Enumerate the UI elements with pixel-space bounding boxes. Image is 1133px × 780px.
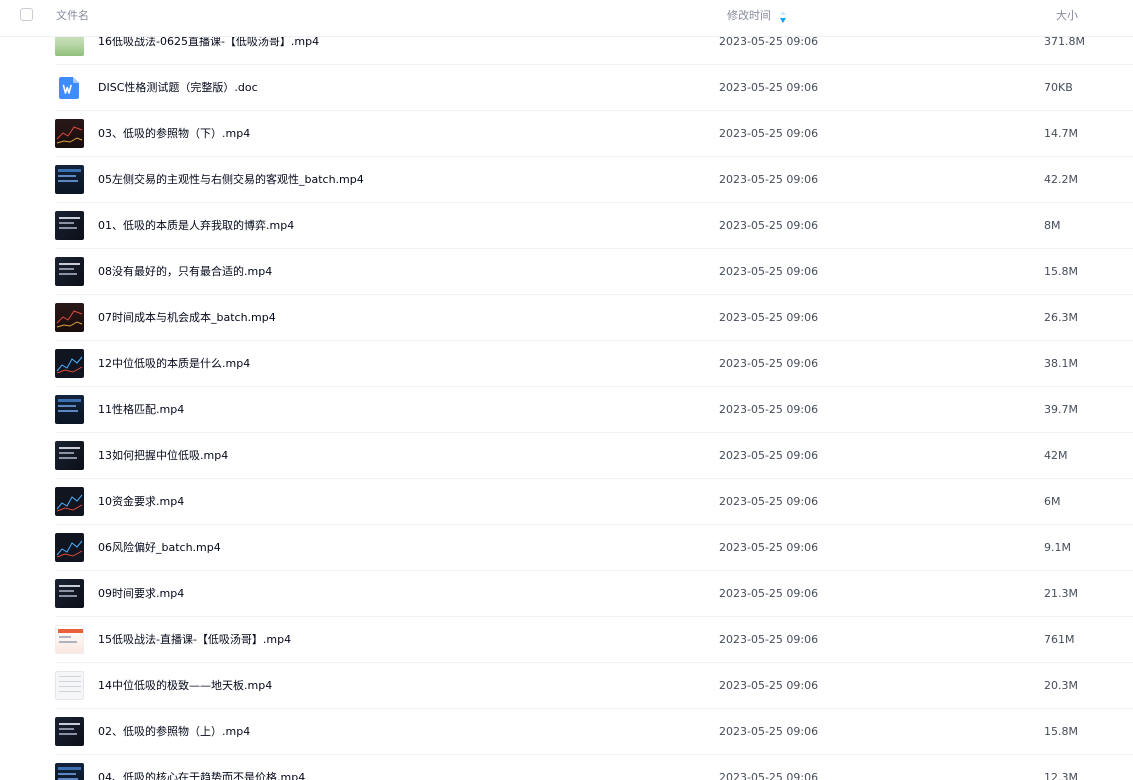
file-modified-time: 2023-05-25 09:06 — [719, 35, 819, 48]
file-name[interactable]: 14中位低吸的极致——地天板.mp4 — [98, 679, 272, 693]
file-row[interactable]: 07时间成本与机会成本_batch.mp4 2023-05-25 09:06 26.… — [0, 295, 1133, 341]
file-modified-time: 2023-05-25 09:06 — [719, 495, 819, 508]
video-thumbnail[interactable] — [55, 165, 84, 194]
file-row[interactable]: 15低吸战法-直播课-【低吸汤哥】.mp4 2023-05-25 09:06 761… — [0, 617, 1133, 663]
file-modified-time: 2023-05-25 09:06 — [719, 679, 819, 692]
file-size: 20.3M — [1044, 679, 1078, 692]
file-modified-time: 2023-05-25 09:06 — [719, 357, 819, 370]
file-row[interactable]: 09时间要求.mp4 2023-05-25 09:06 21.3M — [0, 571, 1133, 617]
file-modified-time: 2023-05-25 09:06 — [719, 173, 819, 186]
file-row[interactable]: 04、低吸的核心在于趋势而不是价格.mp4 2023-05-25 09:06 12.… — [0, 755, 1133, 780]
video-thumbnail[interactable] — [55, 395, 84, 424]
file-row[interactable]: 11性格匹配.mp4 2023-05-25 09:06 39.7M — [0, 387, 1133, 433]
file-size: 15.8M — [1044, 265, 1078, 278]
video-thumbnail[interactable] — [55, 579, 84, 608]
file-row[interactable]: 12中位低吸的本质是什么.mp4 2023-05-25 09:06 38.1M — [0, 341, 1133, 387]
file-size: 761M — [1044, 633, 1075, 646]
file-size: 9.1M — [1044, 541, 1071, 554]
file-name[interactable]: 04、低吸的核心在于趋势而不是价格.mp4 — [98, 771, 305, 780]
file-size: 70KB — [1044, 81, 1073, 94]
file-name[interactable]: 11性格匹配.mp4 — [98, 403, 184, 417]
file-row[interactable]: 01、低吸的本质是人弃我取的博弈.mp4 2023-05-25 09:06 8M — [0, 203, 1133, 249]
video-thumbnail[interactable] — [55, 211, 84, 240]
video-thumbnail[interactable] — [55, 763, 84, 780]
file-name[interactable]: DISC性格测试题（完整版）.doc — [98, 81, 258, 95]
file-rows: 16低吸战法-0625直播课-【低吸汤哥】.mp4 2023-05-25 09:0… — [0, 19, 1133, 780]
column-header-time[interactable]: 修改时间 — [727, 9, 771, 23]
file-size: 14.7M — [1044, 127, 1078, 140]
file-size: 38.1M — [1044, 357, 1078, 370]
file-modified-time: 2023-05-25 09:06 — [719, 725, 819, 738]
column-header-name[interactable]: 文件名 — [56, 9, 89, 23]
file-size: 42.2M — [1044, 173, 1078, 186]
file-name[interactable]: 01、低吸的本质是人弃我取的博弈.mp4 — [98, 219, 294, 233]
file-row[interactable]: 03、低吸的参照物（下）.mp4 2023-05-25 09:06 14.7M — [0, 111, 1133, 157]
file-name[interactable]: 13如何把握中位低吸.mp4 — [98, 449, 228, 463]
file-size: 21.3M — [1044, 587, 1078, 600]
video-thumbnail[interactable] — [55, 487, 84, 516]
video-thumbnail[interactable] — [55, 533, 84, 562]
column-header-size[interactable]: 大小 — [1056, 9, 1078, 23]
video-thumbnail[interactable] — [55, 717, 84, 746]
file-name[interactable]: 05左侧交易的主观性与右侧交易的客观性_batch.mp4 — [98, 173, 364, 187]
video-thumbnail[interactable] — [55, 349, 84, 378]
file-name[interactable]: 02、低吸的参照物（上）.mp4 — [98, 725, 250, 739]
file-name[interactable]: 12中位低吸的本质是什么.mp4 — [98, 357, 250, 371]
file-size: 15.8M — [1044, 725, 1078, 738]
file-row[interactable]: 05左侧交易的主观性与右侧交易的客观性_batch.mp4 2023-05-25 … — [0, 157, 1133, 203]
list-header: 文件名 修改时间 大小 — [0, 0, 1133, 36]
file-modified-time: 2023-05-25 09:06 — [719, 265, 819, 278]
file-modified-time: 2023-05-25 09:06 — [719, 449, 819, 462]
file-row[interactable]: 13如何把握中位低吸.mp4 2023-05-25 09:06 42M — [0, 433, 1133, 479]
file-size: 39.7M — [1044, 403, 1078, 416]
file-name[interactable]: 16低吸战法-0625直播课-【低吸汤哥】.mp4 — [98, 35, 319, 49]
video-thumbnail[interactable] — [55, 257, 84, 286]
file-row[interactable]: 06风险偏好_batch.mp4 2023-05-25 09:06 9.1M — [0, 525, 1133, 571]
file-row[interactable]: 14中位低吸的极致——地天板.mp4 2023-05-25 09:06 20.3M — [0, 663, 1133, 709]
video-thumbnail[interactable] — [55, 625, 84, 654]
doc-file-icon[interactable] — [59, 77, 79, 99]
file-modified-time: 2023-05-25 09:06 — [719, 587, 819, 600]
video-thumbnail[interactable] — [55, 303, 84, 332]
file-modified-time: 2023-05-25 09:06 — [719, 633, 819, 646]
file-modified-time: 2023-05-25 09:06 — [719, 403, 819, 416]
file-row[interactable]: DISC性格测试题（完整版）.doc 2023-05-25 09:06 70KB — [0, 65, 1133, 111]
file-name[interactable]: 03、低吸的参照物（下）.mp4 — [98, 127, 250, 141]
file-modified-time: 2023-05-25 09:06 — [719, 127, 819, 140]
file-modified-time: 2023-05-25 09:06 — [719, 771, 819, 780]
file-name[interactable]: 15低吸战法-直播课-【低吸汤哥】.mp4 — [98, 633, 291, 647]
file-modified-time: 2023-05-25 09:06 — [719, 311, 819, 324]
file-modified-time: 2023-05-25 09:06 — [719, 219, 819, 232]
sort-desc-icon[interactable] — [778, 9, 788, 23]
file-row[interactable]: 08没有最好的，只有最合适的.mp4 2023-05-25 09:06 15.8M — [0, 249, 1133, 295]
select-all-checkbox[interactable] — [20, 8, 33, 21]
file-size: 42M — [1044, 449, 1068, 462]
file-name[interactable]: 06风险偏好_batch.mp4 — [98, 541, 221, 555]
file-size: 6M — [1044, 495, 1061, 508]
file-size: 26.3M — [1044, 311, 1078, 324]
video-thumbnail[interactable] — [55, 441, 84, 470]
file-size: 8M — [1044, 219, 1061, 232]
video-thumbnail[interactable] — [55, 119, 84, 148]
file-name[interactable]: 10资金要求.mp4 — [98, 495, 184, 509]
file-row[interactable]: 10资金要求.mp4 2023-05-25 09:06 6M — [0, 479, 1133, 525]
file-name[interactable]: 08没有最好的，只有最合适的.mp4 — [98, 265, 272, 279]
video-thumbnail[interactable] — [55, 671, 84, 700]
file-modified-time: 2023-05-25 09:06 — [719, 81, 819, 94]
file-list: 文件名 修改时间 大小 16低吸战法-0625直播课-【低吸汤哥】.mp4 202… — [0, 0, 1133, 780]
file-size: 371.8M — [1044, 35, 1085, 48]
file-name[interactable]: 09时间要求.mp4 — [98, 587, 184, 601]
file-size: 12.3M — [1044, 771, 1078, 780]
file-modified-time: 2023-05-25 09:06 — [719, 541, 819, 554]
file-name[interactable]: 07时间成本与机会成本_batch.mp4 — [98, 311, 276, 325]
file-row[interactable]: 02、低吸的参照物（上）.mp4 2023-05-25 09:06 15.8M — [0, 709, 1133, 755]
